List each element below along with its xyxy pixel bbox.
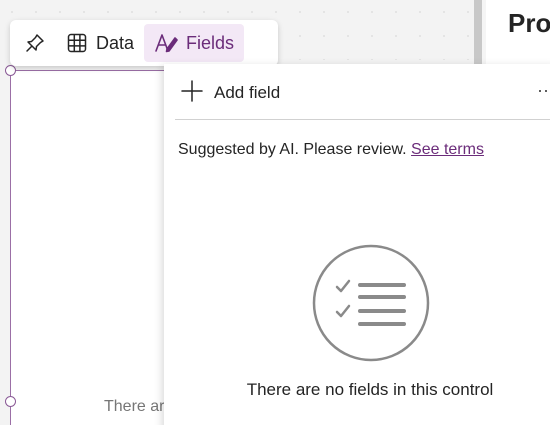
- empty-state-message: There are no fields in this control: [246, 380, 494, 399]
- add-field-label: Add field: [214, 83, 281, 102]
- plus-icon: [180, 79, 204, 108]
- ai-disclaimer: Suggested by AI. Please review. See term…: [178, 141, 484, 159]
- add-field-button[interactable]: Add field: [180, 79, 281, 108]
- flyout-divider: [175, 119, 550, 120]
- see-terms-link[interactable]: See terms: [411, 141, 484, 158]
- properties-pane-title: Pro: [508, 8, 550, 38]
- fields-button-label: Fields: [186, 32, 235, 53]
- fields-button[interactable]: Fields: [144, 24, 245, 62]
- app-root: There ar Pro Data Fields Add field ·· Su…: [0, 0, 550, 425]
- table-icon: [66, 32, 88, 54]
- control-empty-text: There ar: [104, 398, 165, 415]
- more-options-button[interactable]: ···: [537, 80, 550, 101]
- ai-disclaimer-text: Suggested by AI. Please review.: [178, 141, 407, 158]
- data-button-label: Data: [96, 32, 135, 53]
- pin-button[interactable]: [14, 24, 56, 62]
- fields-pen-icon: [154, 32, 178, 54]
- pin-icon: [24, 32, 46, 54]
- resize-handle-top[interactable]: [5, 65, 16, 76]
- checklist-icon: [312, 244, 430, 362]
- data-button[interactable]: Data: [56, 24, 144, 62]
- control-toolbar: Data Fields: [10, 20, 278, 66]
